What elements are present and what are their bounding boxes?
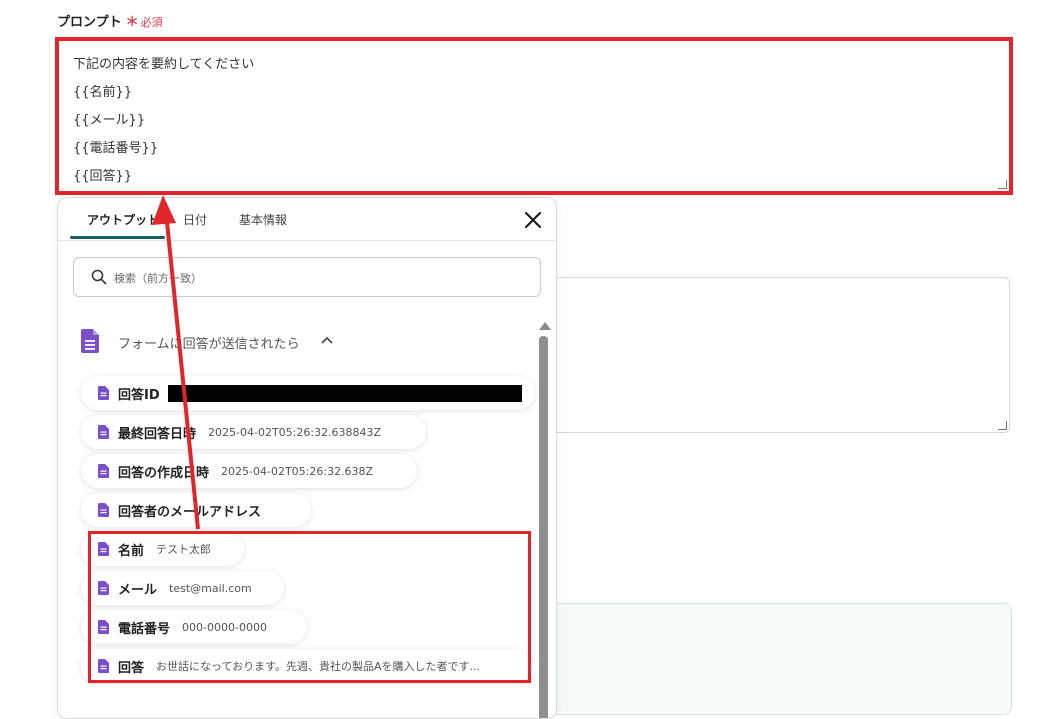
tab-output[interactable]: アウトプット (87, 211, 159, 228)
scroll-thumb[interactable] (539, 336, 548, 718)
chip-label: メール (118, 582, 158, 598)
doc-icon (98, 464, 109, 478)
doc-icon (98, 542, 109, 556)
doc-icon (98, 425, 109, 439)
output-chip[interactable]: 名前 テスト太郎 (81, 532, 244, 566)
chip-value: テスト太郎 (156, 543, 212, 556)
prompt-textarea[interactable]: 下記の内容を要約してください {{名前}} {{メール}} {{電話番号}} {… (55, 37, 1013, 195)
scrollbar[interactable] (537, 322, 551, 718)
doc-icon (98, 620, 109, 634)
chip-label: 回答ID (118, 387, 160, 403)
prompt-line: {{電話番号}} (73, 141, 159, 156)
prompt-field-label: プロンプト＊必須 (57, 11, 163, 30)
background-textarea[interactable] (540, 277, 1010, 433)
chip-value: お世話になっております。先週、貴社の製品Aを購入した者です... (156, 660, 481, 673)
search-box[interactable] (73, 257, 541, 297)
background-panel (540, 603, 1012, 715)
doc-icon (81, 329, 99, 353)
tabs-divider (58, 240, 556, 241)
chip-value: 2025-04-02T05:26:32.638843Z (208, 425, 382, 439)
close-icon (525, 212, 541, 228)
chevron-up-icon (321, 336, 333, 344)
resize-handle-icon[interactable] (998, 180, 1007, 189)
output-chip[interactable]: 電話番号 000-0000-0000 (81, 610, 307, 644)
doc-icon (98, 386, 109, 400)
output-chip[interactable]: 回答 お世話になっております。先週、貴社の製品Aを購入した者です... (81, 649, 531, 683)
chip-label: 回答者のメールアドレス (118, 504, 262, 520)
chip-value: test@mail.com (169, 581, 252, 595)
redacted-value (167, 384, 522, 402)
output-picker-panel: アウトプット 日付 基本情報 フォームに回答が送信されたら 回答I (57, 197, 557, 719)
prompt-line: {{回答}} (73, 169, 133, 184)
doc-icon (98, 581, 109, 595)
output-chip[interactable]: 回答の作成日時 2025-04-02T05:26:32.638Z (81, 454, 417, 488)
tab-bar: アウトプット 日付 基本情報 (70, 198, 556, 240)
close-button[interactable] (522, 209, 544, 231)
output-chip[interactable]: 回答者のメールアドレス (81, 493, 311, 527)
prompt-line: 下記の内容を要約してください (73, 57, 255, 72)
chip-label: 最終回答日時 (118, 426, 197, 442)
section-title: フォームに回答が送信されたら (118, 337, 300, 352)
chip-label: 電話番号 (118, 621, 171, 637)
output-chip[interactable]: 回答ID (81, 376, 535, 410)
output-chip[interactable]: メール test@mail.com (81, 571, 284, 605)
chip-value: 000-0000-0000 (182, 620, 267, 634)
tab-date[interactable]: 日付 (183, 211, 207, 228)
section-header[interactable]: フォームに回答が送信されたら (78, 328, 478, 354)
search-input[interactable] (112, 267, 516, 289)
prompt-line: {{メール}} (73, 113, 146, 128)
resize-handle-icon[interactable] (998, 421, 1007, 430)
active-tab-indicator (70, 236, 165, 239)
search-icon (91, 269, 107, 285)
prompt-label-text: プロンプト (57, 15, 122, 30)
chip-value: 2025-04-02T05:26:32.638Z (221, 464, 374, 478)
scroll-up-icon[interactable] (539, 322, 551, 330)
chip-label: 回答の作成日時 (118, 465, 210, 481)
required-star: ＊ (125, 15, 139, 30)
tab-basic-info[interactable]: 基本情報 (239, 211, 287, 228)
chip-label: 名前 (118, 543, 145, 559)
required-text: 必須 (140, 16, 163, 29)
output-chip[interactable]: 最終回答日時 2025-04-02T05:26:32.638843Z (81, 415, 426, 449)
doc-icon (98, 659, 109, 673)
chip-label: 回答 (118, 660, 145, 676)
doc-icon (98, 503, 109, 517)
prompt-line: {{名前}} (73, 85, 133, 100)
